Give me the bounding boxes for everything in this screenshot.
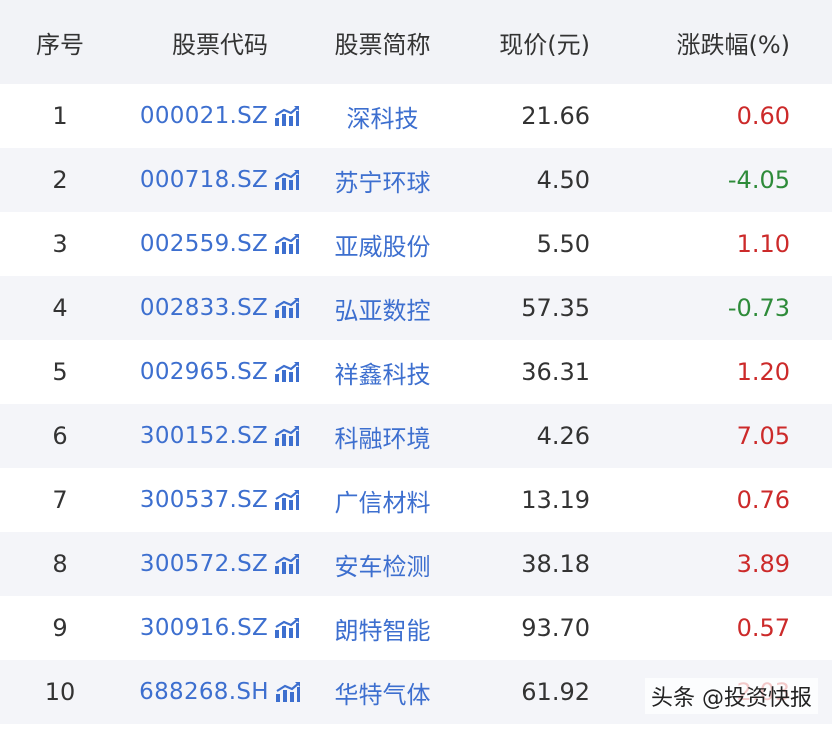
table-row[interactable]: 6 300152.SZ 科融环境 4.26 7.05 — [0, 404, 832, 468]
trend-chart-icon[interactable] — [274, 233, 300, 255]
row-index: 3 — [52, 230, 68, 258]
row-price: 13.19 — [521, 486, 590, 514]
row-code-cell: 002559.SZ — [120, 231, 320, 257]
row-name-cell: 苏宁环球 — [320, 163, 445, 198]
row-index: 7 — [52, 486, 68, 514]
row-name-cell: 深科技 — [320, 99, 445, 134]
row-index: 6 — [52, 422, 68, 450]
trend-chart-icon[interactable] — [274, 617, 300, 639]
stock-name-link[interactable]: 苏宁环球 — [335, 169, 431, 197]
table-row[interactable]: 2 000718.SZ 苏宁环球 4.50 -4.05 — [0, 148, 832, 212]
row-code-cell: 688268.SH — [120, 679, 320, 705]
row-index: 10 — [44, 678, 76, 706]
row-change: 0.76 — [736, 486, 790, 514]
stock-name-link[interactable]: 弘亚数控 — [335, 297, 431, 325]
stock-code-link[interactable]: 000021.SZ — [140, 103, 268, 129]
trend-chart-icon[interactable] — [274, 425, 300, 447]
table-row[interactable]: 5 002965.SZ 祥鑫科技 36.31 1.20 — [0, 340, 832, 404]
row-change: -4.05 — [727, 166, 790, 194]
row-price: 4.26 — [536, 422, 590, 450]
stock-code-link[interactable]: 300916.SZ — [140, 615, 268, 641]
row-change: 3.89 — [736, 550, 790, 578]
row-name-cell: 亚威股份 — [320, 227, 445, 262]
header-code[interactable]: 股票代码 — [120, 25, 320, 60]
table-body: 1 000021.SZ 深科技 21.66 0.60 2 000718.SZ 苏宁环球 4.50… — [0, 84, 832, 724]
trend-chart-icon[interactable] — [274, 297, 300, 319]
trend-chart-icon[interactable] — [274, 489, 300, 511]
table-row[interactable]: 3 002559.SZ 亚威股份 5.50 1.10 — [0, 212, 832, 276]
stock-name-link[interactable]: 科融环境 — [335, 425, 431, 453]
table-row[interactable]: 1 000021.SZ 深科技 21.66 0.60 — [0, 84, 832, 148]
row-code-cell: 300916.SZ — [120, 615, 320, 641]
row-code-cell: 000021.SZ — [120, 103, 320, 129]
header-code-label: 股票代码 — [172, 30, 268, 59]
stock-code-link[interactable]: 000718.SZ — [140, 167, 268, 193]
stock-name-link[interactable]: 安车检测 — [335, 553, 431, 581]
stock-name-link[interactable]: 广信材料 — [335, 489, 431, 517]
stock-code-link[interactable]: 300152.SZ — [140, 423, 268, 449]
stock-table: 序号 股票代码 股票简称 现价(元) 涨跌幅(%) 1 000021.SZ 深科技 2… — [0, 0, 832, 724]
row-code-cell: 002833.SZ — [120, 295, 320, 321]
row-index: 1 — [52, 102, 68, 130]
row-name-cell: 安车检测 — [320, 547, 445, 582]
row-name-cell: 朗特智能 — [320, 611, 445, 646]
header-name[interactable]: 股票简称 — [320, 25, 445, 60]
trend-chart-icon[interactable] — [274, 169, 300, 191]
trend-chart-icon[interactable] — [274, 105, 300, 127]
row-price: 36.31 — [521, 358, 590, 386]
stock-code-link[interactable]: 002559.SZ — [140, 231, 268, 257]
row-change: 0.60 — [736, 102, 790, 130]
row-name-cell: 广信材料 — [320, 483, 445, 518]
table-row[interactable]: 8 300572.SZ 安车检测 38.18 3.89 — [0, 532, 832, 596]
row-price: 4.50 — [536, 166, 590, 194]
row-price: 21.66 — [521, 102, 590, 130]
row-price: 93.70 — [521, 614, 590, 642]
trend-chart-icon[interactable] — [274, 361, 300, 383]
header-index[interactable]: 序号 — [0, 25, 120, 60]
row-code-cell: 300572.SZ — [120, 551, 320, 577]
row-name-cell: 华特气体 — [320, 675, 445, 710]
stock-name-link[interactable]: 华特气体 — [335, 681, 431, 709]
row-index: 8 — [52, 550, 68, 578]
row-change: 0.57 — [736, 614, 790, 642]
stock-name-link[interactable]: 朗特智能 — [335, 617, 431, 645]
row-change: 1.20 — [736, 358, 790, 386]
row-code-cell: 300152.SZ — [120, 423, 320, 449]
stock-name-link[interactable]: 深科技 — [347, 105, 419, 133]
header-price[interactable]: 现价(元) — [445, 25, 590, 60]
row-change: -0.73 — [727, 294, 790, 322]
stock-code-link[interactable]: 688268.SH — [139, 679, 269, 705]
stock-code-link[interactable]: 002833.SZ — [140, 295, 268, 321]
row-price: 61.92 — [521, 678, 590, 706]
table-row[interactable]: 4 002833.SZ 弘亚数控 57.35 -0.73 — [0, 276, 832, 340]
row-change: 7.05 — [736, 422, 790, 450]
table-row[interactable]: 7 300537.SZ 广信材料 13.19 0.76 — [0, 468, 832, 532]
table-header: 序号 股票代码 股票简称 现价(元) 涨跌幅(%) — [0, 0, 832, 84]
row-price: 5.50 — [536, 230, 590, 258]
row-price: 38.18 — [521, 550, 590, 578]
row-price: 57.35 — [521, 294, 590, 322]
row-index: 9 — [52, 614, 68, 642]
row-name-cell: 祥鑫科技 — [320, 355, 445, 390]
row-name-cell: 科融环境 — [320, 419, 445, 454]
row-code-cell: 000718.SZ — [120, 167, 320, 193]
table-row[interactable]: 9 300916.SZ 朗特智能 93.70 0.57 — [0, 596, 832, 660]
row-code-cell: 300537.SZ — [120, 487, 320, 513]
row-change: 1.10 — [736, 230, 790, 258]
trend-chart-icon[interactable] — [275, 681, 301, 703]
stock-name-link[interactable]: 祥鑫科技 — [335, 361, 431, 389]
watermark: 头条 @投资快报 — [645, 678, 818, 714]
row-index: 5 — [52, 358, 68, 386]
header-change[interactable]: 涨跌幅(%) — [590, 25, 790, 60]
stock-name-link[interactable]: 亚威股份 — [335, 233, 431, 261]
row-index: 2 — [52, 166, 68, 194]
trend-chart-icon[interactable] — [274, 553, 300, 575]
stock-code-link[interactable]: 300537.SZ — [140, 487, 268, 513]
stock-code-link[interactable]: 002965.SZ — [140, 359, 268, 385]
stock-code-link[interactable]: 300572.SZ — [140, 551, 268, 577]
row-code-cell: 002965.SZ — [120, 359, 320, 385]
row-name-cell: 弘亚数控 — [320, 291, 445, 326]
row-index: 4 — [52, 294, 68, 322]
